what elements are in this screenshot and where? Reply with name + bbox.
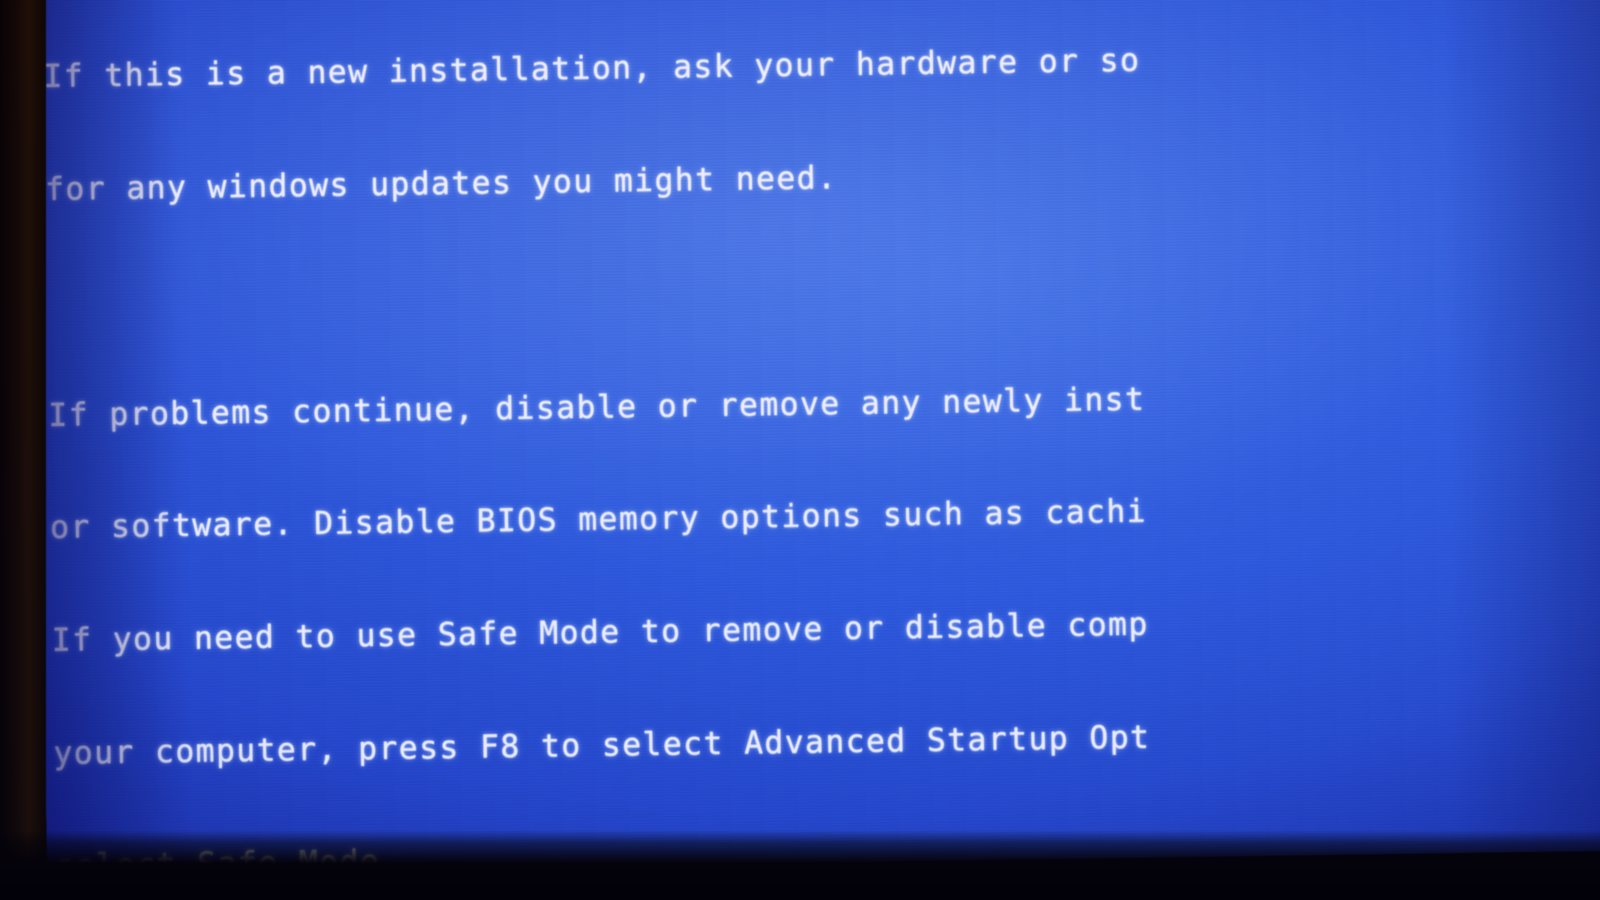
monitor-photo: If this is a new installation, ask your … (0, 0, 1600, 900)
bsod-line: If this is a new installation, ask your … (43, 42, 1141, 96)
bsod-line: your computer, press F8 to select Advanc… (53, 719, 1151, 772)
bsod-line: If you need to use Safe Mode to remove o… (51, 606, 1149, 659)
bsod-line: If problems continue, disable or remove … (48, 381, 1146, 434)
monitor-screen-area: If this is a new installation, ask your … (34, 0, 1600, 890)
bsod-screen: If this is a new installation, ask your … (34, 0, 1600, 874)
bsod-line-blank (46, 259, 1600, 323)
monitor-bezel-bottom (0, 830, 1600, 900)
bsod-text-console: If this is a new installation, ask your … (42, 0, 1600, 874)
monitor-bezel-left (0, 0, 46, 900)
bsod-line: or software. Disable BIOS memory options… (49, 493, 1148, 547)
bsod-line: for any windows updates you might need. (44, 160, 838, 208)
